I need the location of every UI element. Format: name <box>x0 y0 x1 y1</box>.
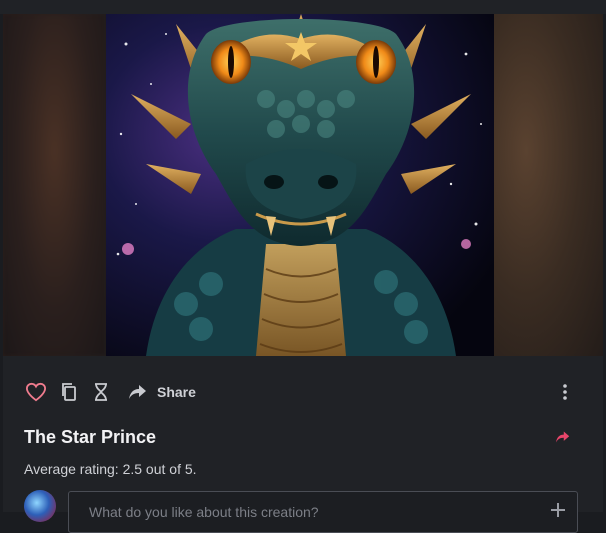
share-forward-icon <box>556 431 570 443</box>
comment-box <box>68 491 578 533</box>
creation-image[interactable] <box>106 14 494 356</box>
heart-icon <box>25 382 47 402</box>
hourglass-icon <box>95 383 107 401</box>
average-rating: Average rating: 2.5 out of 5. <box>24 461 197 477</box>
post-title: The Star Prince <box>24 427 157 447</box>
image-blur-left <box>3 14 106 356</box>
more-options-button[interactable] <box>556 380 574 404</box>
post-card: Share The Star Prince Average rating: 2.… <box>3 0 603 533</box>
comment-input[interactable] <box>87 500 531 524</box>
more-vertical-icon <box>563 384 567 400</box>
history-button[interactable] <box>92 380 110 404</box>
copy-icon <box>62 383 76 401</box>
like-button[interactable] <box>25 380 47 404</box>
copy-button[interactable] <box>60 380 78 404</box>
share-label: Share <box>157 384 196 400</box>
share-arrow-icon <box>129 385 146 399</box>
dragon-illustration <box>106 14 494 356</box>
action-bar: Share <box>3 372 603 412</box>
share-button[interactable]: Share <box>128 380 196 404</box>
image-blur-right <box>493 14 603 356</box>
forward-share-button[interactable] <box>555 430 571 449</box>
image-frame <box>3 14 603 356</box>
avatar[interactable] <box>24 490 56 522</box>
plus-icon[interactable] <box>549 501 567 519</box>
